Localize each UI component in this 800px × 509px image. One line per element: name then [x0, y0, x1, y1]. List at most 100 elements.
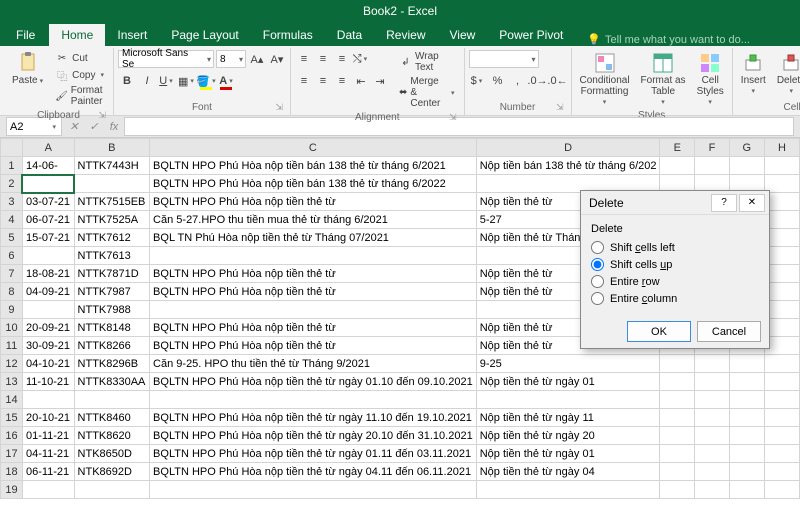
percent-button[interactable]: %: [489, 72, 507, 90]
cell[interactable]: [660, 391, 695, 409]
cell[interactable]: [660, 409, 695, 427]
tab-home[interactable]: Home: [49, 24, 105, 46]
cell[interactable]: [695, 445, 729, 463]
accounting-button[interactable]: $▾: [469, 72, 487, 90]
radio-input[interactable]: [591, 292, 604, 305]
cell[interactable]: [150, 481, 477, 499]
cell[interactable]: [729, 409, 764, 427]
cell[interactable]: [695, 481, 729, 499]
align-right-button[interactable]: ≡: [333, 72, 351, 90]
cell[interactable]: NTTK8266: [74, 337, 150, 355]
cell[interactable]: 11-10-21: [22, 373, 74, 391]
col-header-C[interactable]: C: [150, 139, 477, 157]
select-all[interactable]: [1, 139, 23, 157]
align-top-button[interactable]: ≡: [295, 50, 313, 68]
cell[interactable]: [150, 391, 477, 409]
increase-font-button[interactable]: A▴: [248, 50, 266, 68]
col-header-B[interactable]: B: [74, 139, 150, 157]
fill-color-button[interactable]: 🪣▾: [198, 72, 216, 90]
dialog-launcher-icon[interactable]: ⇲: [275, 102, 283, 113]
row-header[interactable]: 19: [1, 481, 23, 499]
cell[interactable]: BQLTN HPO Phú Hòa nộp tiền thẻ từ: [150, 337, 477, 355]
cell[interactable]: [660, 427, 695, 445]
cell[interactable]: BQLTN HPO Phú Hòa nộp tiền thẻ từ ngày 2…: [150, 427, 477, 445]
cell[interactable]: Căn 5-27.HPO thu tiền mua thẻ từ tháng 6…: [150, 211, 477, 229]
cell[interactable]: [764, 355, 799, 373]
cell[interactable]: 04-10-21: [22, 355, 74, 373]
cell[interactable]: Nộp tiền thẻ từ ngày 20: [476, 427, 660, 445]
cell[interactable]: NTTK7515EB: [74, 193, 150, 211]
cell[interactable]: NTTK7613: [74, 247, 150, 265]
cell[interactable]: NTTK7612: [74, 229, 150, 247]
cell[interactable]: BQLTN HPO Phú Hòa nộp tiền thẻ từ: [150, 193, 477, 211]
cell[interactable]: [729, 391, 764, 409]
dialog-launcher-icon[interactable]: ⇲: [449, 112, 457, 123]
cell[interactable]: [22, 481, 74, 499]
radio-input[interactable]: [591, 241, 604, 254]
cell[interactable]: 06-11-21: [22, 463, 74, 481]
cell[interactable]: 30-09-21: [22, 337, 74, 355]
cell[interactable]: NTTK8148: [74, 319, 150, 337]
orientation-button[interactable]: ⤭▾: [352, 50, 370, 68]
cell[interactable]: [764, 157, 799, 175]
cell[interactable]: 04-09-21: [22, 283, 74, 301]
tab-insert[interactable]: Insert: [105, 24, 159, 46]
radio-option[interactable]: Shift cells left: [591, 239, 759, 256]
radio-input[interactable]: [591, 275, 604, 288]
cell[interactable]: [660, 373, 695, 391]
italic-button[interactable]: I: [138, 72, 156, 90]
font-name-combo[interactable]: Microsoft Sans Se: [118, 50, 214, 68]
dialog-launcher-icon[interactable]: ⇲: [556, 102, 564, 113]
cell[interactable]: BQLTN HPO Phú Hòa nộp tiền thẻ từ ngày 0…: [150, 463, 477, 481]
cell[interactable]: [476, 481, 660, 499]
align-left-button[interactable]: ≡: [295, 72, 313, 90]
border-button[interactable]: ▦▾: [178, 72, 196, 90]
cell[interactable]: [660, 481, 695, 499]
decrease-indent-button[interactable]: ⇤: [352, 72, 370, 90]
cell-styles-button[interactable]: Cell Styles▾: [693, 50, 728, 108]
cell[interactable]: [695, 157, 729, 175]
decrease-decimal-button[interactable]: .0←: [549, 72, 567, 90]
col-header-G[interactable]: G: [729, 139, 764, 157]
cell[interactable]: BQLTN HPO Phú Hòa nộp tiền bán 138 thẻ t…: [150, 157, 477, 175]
increase-decimal-button[interactable]: .0→: [529, 72, 547, 90]
cell[interactable]: [660, 463, 695, 481]
cancel-button[interactable]: Cancel: [697, 321, 761, 342]
cell[interactable]: NTTK8330AA: [74, 373, 150, 391]
cut-button[interactable]: ✂Cut: [52, 50, 109, 66]
cell[interactable]: [764, 481, 799, 499]
conditional-formatting-button[interactable]: Conditional Formatting▾: [576, 50, 634, 108]
wrap-text-button[interactable]: ↲Wrap Text: [396, 50, 460, 74]
cell[interactable]: 15-07-21: [22, 229, 74, 247]
cell[interactable]: [150, 301, 477, 319]
cell[interactable]: 9-25: [476, 355, 660, 373]
cell[interactable]: NTTK8296B: [74, 355, 150, 373]
cell[interactable]: BQLTN HPO Phú Hòa nộp tiền bán 138 thẻ t…: [150, 175, 477, 193]
cell[interactable]: NTTK8620: [74, 427, 150, 445]
cell[interactable]: [74, 175, 150, 193]
delete-cells-button[interactable]: Delete▾: [773, 50, 800, 97]
align-center-button[interactable]: ≡: [314, 72, 332, 90]
row-header[interactable]: 11: [1, 337, 23, 355]
cell[interactable]: [764, 445, 799, 463]
cell[interactable]: NTTK8460: [74, 409, 150, 427]
cell[interactable]: NTK8650D: [74, 445, 150, 463]
cell[interactable]: NTK8692D: [74, 463, 150, 481]
close-button[interactable]: ✕: [739, 194, 765, 212]
cell[interactable]: [695, 409, 729, 427]
col-header-E[interactable]: E: [660, 139, 695, 157]
format-painter-button[interactable]: 🖌Format Painter: [52, 84, 109, 108]
row-header[interactable]: 12: [1, 355, 23, 373]
row-header[interactable]: 9: [1, 301, 23, 319]
cell[interactable]: [729, 355, 764, 373]
radio-input[interactable]: [591, 258, 604, 271]
ok-button[interactable]: OK: [627, 321, 691, 342]
increase-indent-button[interactable]: ⇥: [371, 72, 389, 90]
tab-file[interactable]: File: [4, 24, 47, 46]
cell[interactable]: 06-07-21: [22, 211, 74, 229]
cell[interactable]: [729, 445, 764, 463]
cell[interactable]: [729, 157, 764, 175]
row-header[interactable]: 10: [1, 319, 23, 337]
tell-me[interactable]: 💡 Tell me what you want to do...: [575, 33, 750, 46]
cell[interactable]: [695, 427, 729, 445]
